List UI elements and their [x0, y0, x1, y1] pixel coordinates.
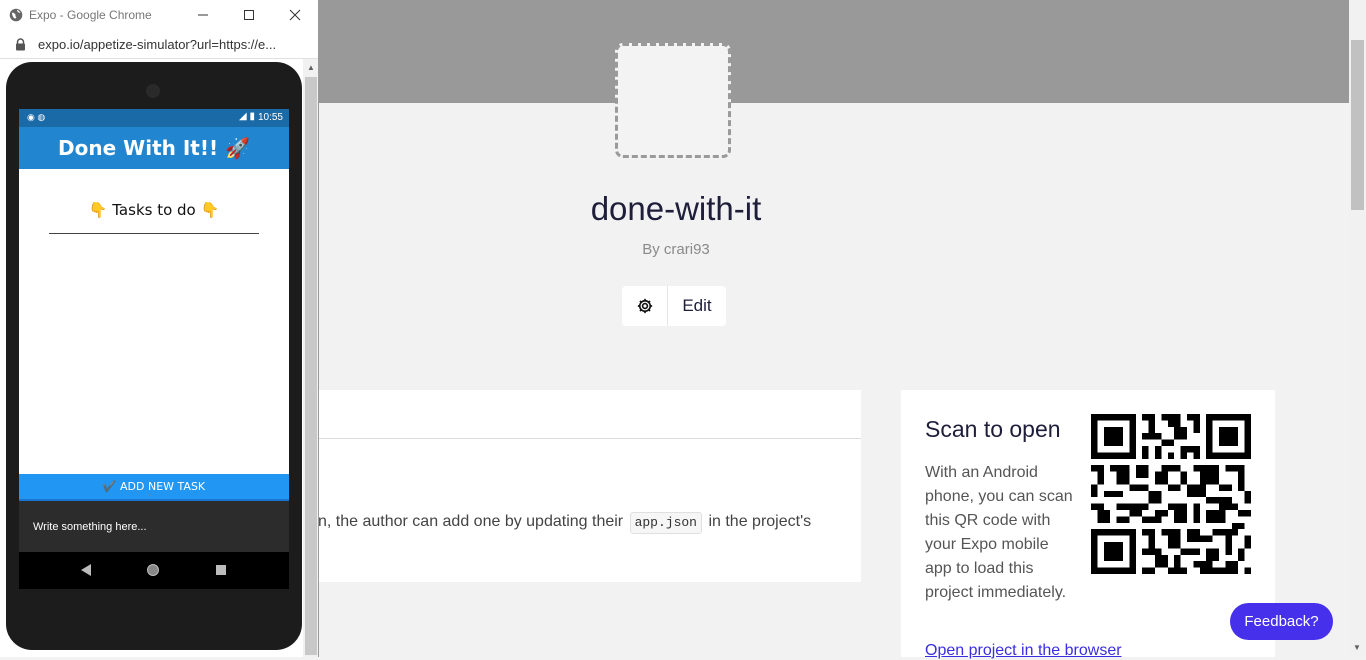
status-time: 10:55	[257, 112, 283, 123]
minimize-button[interactable]	[180, 0, 226, 30]
signal-battery-icon: ◢ ▮	[239, 111, 255, 122]
maximize-button[interactable]	[226, 0, 272, 30]
android-nav-bar	[19, 552, 289, 589]
scan-card: Scan to open With an Android phone, you …	[901, 390, 1275, 660]
page-scrollbar-thumb[interactable]	[1351, 40, 1364, 210]
globe-icon	[9, 8, 23, 22]
edit-button[interactable]: Edit	[668, 286, 726, 326]
address-bar[interactable]: expo.io/appetize-simulator?url=https://e…	[0, 32, 318, 59]
card-divider	[318, 438, 861, 439]
maximize-icon	[244, 10, 254, 20]
feedback-button[interactable]: Feedback?	[1230, 603, 1333, 640]
simulator-scrollbar-thumb[interactable]	[305, 77, 317, 655]
lock-icon	[16, 38, 25, 51]
add-new-task-button[interactable]: ✔️ ADD NEW TASK	[19, 474, 289, 501]
scan-description: With an Android phone, you can scan this…	[925, 464, 1073, 601]
task-input[interactable]: Write something here...	[19, 501, 289, 552]
window-titlebar: Expo - Google Chrome	[0, 0, 318, 32]
scroll-down-icon[interactable]: ▼	[1353, 643, 1361, 652]
phone-screen[interactable]: ◉ ◍ ◢ ▮ 10:55 Done With It!! 🚀 👇 Tasks t…	[19, 109, 289, 589]
page-scrollbar[interactable]: ▼	[1349, 0, 1366, 657]
project-description-card: n, the author can add one by updating th…	[318, 390, 861, 582]
notification-icons: ◉ ◍	[27, 112, 46, 122]
open-in-browser-link[interactable]: Open project in the browser	[925, 642, 1122, 660]
app-title: Done With It!! 🚀	[58, 136, 250, 160]
simulator-scrollbar[interactable]: ▲	[303, 59, 318, 657]
recents-icon[interactable]	[216, 565, 226, 575]
app-header: Done With It!! 🚀	[19, 127, 289, 169]
window-title: Expo - Google Chrome	[29, 8, 152, 22]
android-status-bar: ◉ ◍ ◢ ▮ 10:55	[19, 109, 289, 127]
scroll-up-icon[interactable]: ▲	[307, 63, 315, 72]
description-text-end: in the project's	[708, 513, 812, 530]
back-icon[interactable]	[81, 564, 91, 576]
gear-icon	[637, 298, 652, 314]
minimize-icon	[198, 14, 208, 16]
task-input-placeholder: Write something here...	[33, 521, 147, 533]
home-icon[interactable]	[147, 564, 159, 576]
qr-code	[1091, 414, 1251, 574]
close-icon	[289, 9, 301, 21]
phone-camera	[146, 84, 160, 98]
close-button[interactable]	[272, 0, 318, 30]
url-text[interactable]: expo.io/appetize-simulator?url=https://e…	[38, 37, 276, 52]
tasks-divider	[49, 233, 259, 234]
description-text-start: n, the author can add one by updating th…	[318, 513, 624, 530]
project-description: n, the author can add one by updating th…	[318, 512, 811, 534]
settings-button[interactable]	[622, 286, 668, 326]
project-actions: Edit	[622, 286, 726, 326]
tasks-heading: 👇 Tasks to do 👇	[88, 201, 220, 219]
scan-title: Scan to open	[925, 416, 1061, 442]
code-app-json: app.json	[629, 512, 702, 534]
chrome-popup-window: Expo - Google Chrome expo.io/appetize-si…	[0, 0, 319, 657]
project-icon-placeholder	[615, 43, 731, 158]
